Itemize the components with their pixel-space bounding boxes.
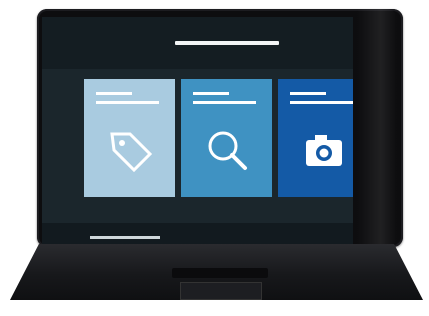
tile-title-line	[290, 92, 326, 95]
magnifier-icon	[208, 131, 247, 170]
camera-icon	[306, 135, 342, 166]
tile-subtitle-line	[290, 101, 353, 104]
tile-subtitle-line	[96, 101, 159, 104]
tile-tag[interactable]	[84, 79, 175, 197]
hinge	[172, 268, 268, 278]
tablet-screen	[42, 17, 353, 248]
keyboard-line	[90, 236, 160, 239]
tile-subtitle-line	[193, 101, 256, 104]
tile-title-line	[193, 92, 229, 95]
tag-icon	[110, 132, 153, 173]
header-bar	[42, 17, 353, 69]
tile-title-line	[96, 92, 132, 95]
bezel-glare	[357, 9, 397, 247]
tile-camera[interactable]	[278, 79, 353, 197]
tile-search[interactable]	[181, 79, 272, 197]
hinge-front	[180, 282, 262, 300]
title-placeholder	[175, 41, 279, 45]
